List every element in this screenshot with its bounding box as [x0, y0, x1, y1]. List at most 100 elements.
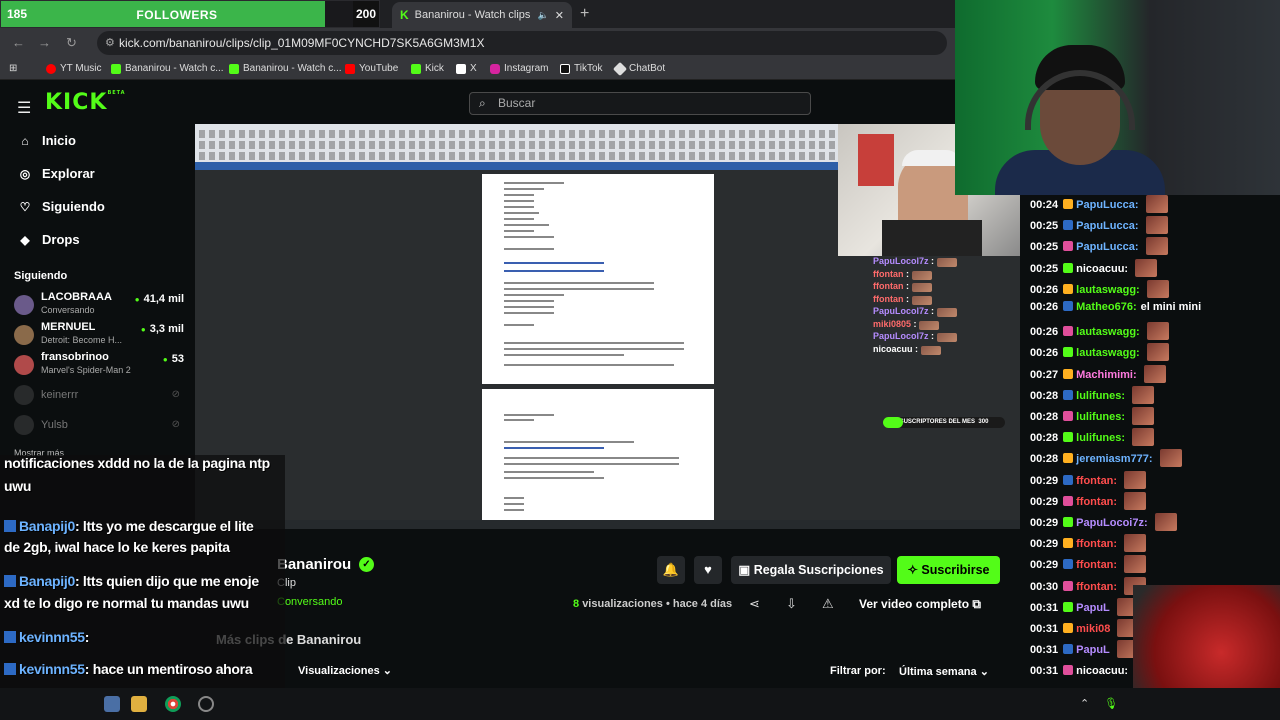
- nav-explorar[interactable]: ◎ Explorar: [18, 166, 95, 181]
- mic-icon[interactable]: 🎙: [1104, 697, 1118, 710]
- chat-message: 00:26 lautaswagg:: [1030, 343, 1169, 364]
- download-icon[interactable]: ⇩: [786, 596, 797, 612]
- bookmark-tiktok[interactable]: TikTok: [560, 63, 603, 74]
- bookmark-chatbot[interactable]: ChatBot: [612, 61, 666, 76]
- subscribe-button[interactable]: ✧ Suscribirse: [897, 556, 1000, 584]
- nav-label: Inicio: [42, 133, 76, 148]
- menu-icon[interactable]: ☰: [17, 98, 31, 118]
- chat-username: ffontan:: [1076, 559, 1118, 572]
- bookmark-label: ChatBot: [629, 63, 666, 74]
- separator: :: [903, 293, 912, 304]
- nav-inicio[interactable]: ⌂ Inicio: [18, 133, 76, 148]
- kick-favicon-icon: K: [400, 8, 409, 22]
- chat-username: PapuLucca:: [1076, 199, 1139, 211]
- chat-time: 00:31: [1030, 601, 1059, 614]
- chat-text: de 2gb, iwal hace lo ke keres papita: [4, 539, 230, 555]
- stream-taskbar: [195, 520, 1020, 529]
- emote-icon: [1143, 364, 1166, 383]
- bookmark-bananirou-2[interactable]: Bananirou - Watch c...: [229, 63, 342, 74]
- nav-label: Explorar: [42, 166, 95, 181]
- reload-icon[interactable]: ↻: [66, 35, 77, 51]
- channel-viewers: 3,3 mil: [141, 323, 184, 335]
- heart-icon: ♡: [19, 199, 31, 214]
- badge-icon: [1063, 580, 1074, 591]
- new-tab-icon[interactable]: +: [580, 5, 589, 23]
- filter-dropdown[interactable]: Última semana ⌄: [899, 665, 989, 678]
- mute-icon[interactable]: 🔈: [538, 10, 549, 21]
- url-field[interactable]: ⚙ kick.com/bananirou/clips/clip_01M09MF0…: [97, 31, 947, 55]
- channel-item[interactable]: fransobrinoo Marvel's Spider-Man 2 53: [14, 351, 184, 381]
- gift-subs-button[interactable]: ▣ Regala Suscripciones: [731, 556, 891, 584]
- chat-message: 00:29 ffontan:: [1030, 555, 1147, 576]
- bookmark-bananirou-1[interactable]: Bananirou - Watch c...: [111, 63, 224, 74]
- stream-chat-line: PapuLocol7z :: [873, 256, 1003, 269]
- emote-icon: [920, 345, 941, 355]
- chrome-icon[interactable]: [165, 696, 181, 712]
- compass-icon: ◎: [19, 166, 31, 181]
- notification-bell-button[interactable]: 🔔: [657, 556, 685, 584]
- nav-siguiendo[interactable]: ♡ Siguiendo: [18, 199, 105, 214]
- chat-message: 00:25 PapuLucca:: [1030, 237, 1168, 258]
- chat-text: : ltts yo me descargue el lite: [74, 518, 254, 534]
- views-text: visualizaciones • hace 4 días: [582, 598, 733, 610]
- search-placeholder: Buscar: [498, 96, 536, 110]
- sort-dropdown[interactable]: Visualizaciones ⌄: [298, 664, 392, 677]
- address-bar: ← → ↻ ⚙ kick.com/bananirou/clips/clip_01…: [0, 28, 955, 58]
- chat-username: jeremiasm777:: [1076, 453, 1153, 466]
- report-icon[interactable]: ⚠: [822, 596, 834, 612]
- chat-message: kevinnn55: hace un mentiroso ahora: [4, 661, 253, 677]
- avatar: [14, 295, 34, 315]
- full-video-link[interactable]: Ver video completo ⧉: [859, 597, 981, 612]
- chat-username: PapuLucca:: [1076, 220, 1139, 233]
- folder-icon[interactable]: [131, 696, 147, 712]
- channel-name[interactable]: Bananirou: [277, 556, 351, 573]
- badge-icon: [1063, 538, 1074, 549]
- word-ruler: [195, 162, 838, 170]
- back-icon[interactable]: ←: [12, 35, 25, 50]
- nav-drops[interactable]: ◆ Drops: [18, 232, 79, 247]
- chat-message: 00:26 lautaswagg:: [1030, 279, 1169, 301]
- clip-category[interactable]: Conversando: [277, 596, 342, 608]
- channel-item[interactable]: MERNUEL Detroit: Become H... 3,3 mil: [14, 321, 184, 351]
- bookmark-instagram[interactable]: Instagram: [490, 63, 548, 74]
- avatar: [14, 385, 34, 405]
- channel-name: fransobrinoo: [41, 351, 109, 363]
- badge-icon: [1063, 411, 1074, 421]
- gift-icon: ▣: [738, 563, 754, 577]
- chat-username: PapuL: [1076, 601, 1110, 614]
- bookmark-ytmusic[interactable]: YT Music: [46, 63, 102, 74]
- badge-icon: [1063, 389, 1074, 400]
- follow-button[interactable]: ♥: [694, 556, 722, 584]
- bookmark-youtube[interactable]: YouTube: [345, 63, 398, 74]
- video-player[interactable]: PapuLocol7z : ffontan : ffontan : ffonta…: [195, 124, 1020, 529]
- obs-icon[interactable]: [198, 696, 214, 712]
- badge-icon: [1063, 326, 1074, 337]
- apps-icon[interactable]: ⊞: [9, 63, 17, 74]
- kick-logo[interactable]: KICKBETA: [45, 90, 126, 115]
- chat-message: 00:31 PapuL: [1030, 640, 1139, 661]
- share-icon[interactable]: ⋖: [749, 596, 760, 612]
- channel-item-offline[interactable]: keinerrr ⊘: [14, 381, 184, 411]
- followers-label: FOLLOWERS: [136, 8, 218, 22]
- streamer-webcam: [955, 0, 1280, 195]
- chat-username: kevinnn55: [19, 661, 85, 677]
- chat-text: uwu: [4, 478, 32, 494]
- chat-time: 00:24: [1030, 199, 1059, 211]
- overlay-chat-left: notificaciones xddd no la de la pagina n…: [0, 455, 285, 720]
- search-input[interactable]: ⌕ Buscar: [469, 92, 811, 115]
- emote-icon: [1154, 513, 1177, 531]
- browser-tab[interactable]: K Bananirou - Watch clips on 🔈 ✕: [392, 2, 572, 28]
- youtube-icon: [345, 63, 355, 74]
- tray-up-icon[interactable]: ⌃: [1080, 697, 1089, 710]
- channel-name: LACOBRAAA: [41, 291, 112, 303]
- channel-item-offline[interactable]: Yulsb ⊘: [14, 411, 184, 441]
- bookmark-x[interactable]: X: [456, 63, 477, 74]
- badge-icon: [1063, 262, 1074, 273]
- forward-icon[interactable]: →: [38, 35, 51, 50]
- chat-username: PapuLucca:: [1076, 241, 1139, 254]
- close-tab-icon[interactable]: ✕: [555, 9, 564, 22]
- app-icon[interactable]: [104, 696, 120, 712]
- bookmark-kick[interactable]: Kick: [411, 63, 444, 74]
- channel-item[interactable]: LACOBRAAA Conversando 41,4 mil: [14, 291, 184, 321]
- site-info-icon[interactable]: ⚙: [105, 31, 115, 55]
